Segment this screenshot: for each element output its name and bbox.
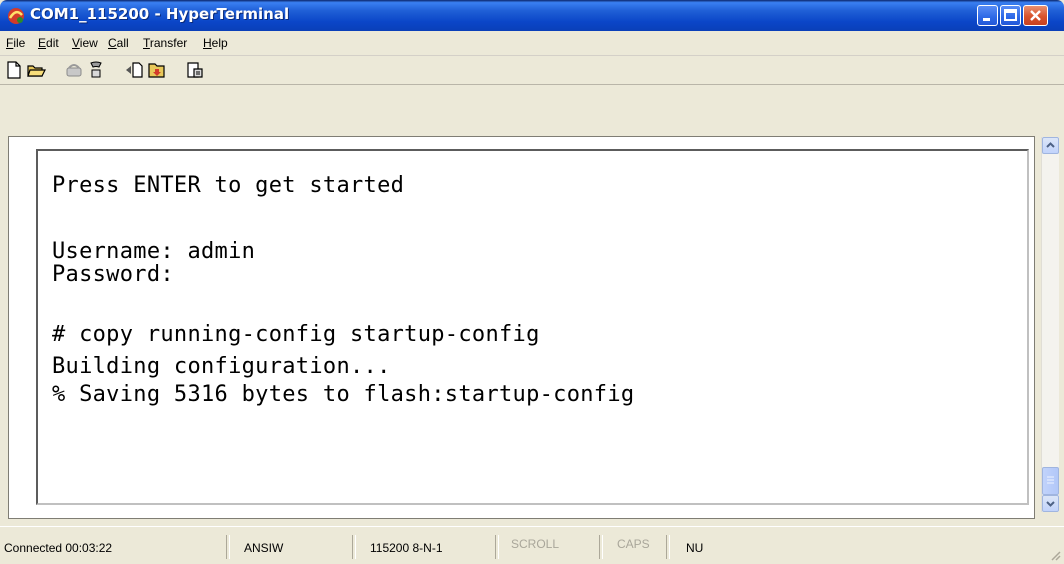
status-divider <box>352 535 356 559</box>
new-icon[interactable] <box>4 60 24 80</box>
terminal-line: % Saving 5316 bytes to flash:startup-con… <box>52 382 635 407</box>
chevron-down-icon <box>1046 501 1055 507</box>
connection-time: Connected 00:03:22 <box>4 541 113 555</box>
terminal-line: Press ENTER to get started <box>52 173 405 198</box>
maximize-icon <box>1004 9 1017 21</box>
menu-view-label: iew <box>79 36 98 50</box>
num-indicator: NU <box>686 541 704 555</box>
disconnect-icon[interactable] <box>64 60 84 80</box>
properties-icon[interactable] <box>185 60 205 80</box>
menu-edit-label: dit <box>46 36 59 50</box>
port-settings: 115200 8-N-1 <box>370 541 443 555</box>
menu-file[interactable]: File <box>6 36 25 50</box>
resize-grip-icon[interactable] <box>1050 550 1062 562</box>
scroll-indicator: SCROLL <box>511 537 560 551</box>
close-icon <box>1030 10 1041 21</box>
menu-edit[interactable]: Edit <box>38 36 59 50</box>
status-divider <box>599 535 603 559</box>
menu-transfer-label: ransfer <box>149 36 188 50</box>
menu-call[interactable]: Call <box>108 36 129 50</box>
receive-icon[interactable] <box>147 60 167 80</box>
status-divider <box>666 535 670 559</box>
vertical-scrollbar[interactable] <box>1041 137 1059 512</box>
caps-indicator: CAPS <box>617 537 650 551</box>
menu-view-hotkey: V <box>72 36 80 50</box>
terminal-line: Building configuration... <box>52 354 391 379</box>
menu-file-label: ile <box>13 36 26 50</box>
minimize-button[interactable] <box>977 5 998 26</box>
terminal-line: Password: <box>52 262 174 287</box>
menu-transfer-hotkey: T <box>143 36 150 50</box>
scroll-down-button[interactable] <box>1042 495 1059 512</box>
send-icon[interactable] <box>124 60 144 80</box>
menu-view[interactable]: View <box>72 36 98 50</box>
toolbar <box>0 56 1064 85</box>
status-bar: Connected 00:03:22 ANSIW 115200 8-N-1 SC… <box>0 526 1064 564</box>
terminal-line: Username: admin <box>52 239 256 264</box>
status-divider <box>495 535 499 559</box>
status-divider <box>226 535 230 559</box>
menu-call-hotkey: C <box>108 36 117 50</box>
open-icon[interactable] <box>26 60 46 80</box>
grip-lines-icon <box>1047 476 1054 484</box>
menu-bar: File Edit View Call Transfer Help <box>0 31 1064 56</box>
connect-icon[interactable] <box>86 60 106 80</box>
chevron-up-icon <box>1046 142 1055 148</box>
close-button[interactable] <box>1023 5 1048 26</box>
minimize-icon <box>983 18 990 21</box>
menu-help-label: elp <box>211 36 228 50</box>
menu-edit-hotkey: E <box>38 36 47 50</box>
menu-call-label: all <box>116 36 129 50</box>
maximize-button[interactable] <box>1000 5 1021 26</box>
hyperterminal-app-icon[interactable] <box>6 6 26 26</box>
menu-help-hotkey: H <box>203 36 212 50</box>
scroll-up-button[interactable] <box>1042 137 1059 154</box>
emulation-type: ANSIW <box>244 541 284 555</box>
menu-transfer[interactable]: Transfer <box>143 36 187 50</box>
menu-help[interactable]: Help <box>203 36 228 50</box>
window-title: COM1_115200 - HyperTerminal <box>30 5 290 23</box>
title-bar[interactable]: COM1_115200 - HyperTerminal <box>0 0 1064 31</box>
terminal-line: # copy running-config startup-config <box>52 322 540 347</box>
scroll-thumb[interactable] <box>1042 467 1059 495</box>
